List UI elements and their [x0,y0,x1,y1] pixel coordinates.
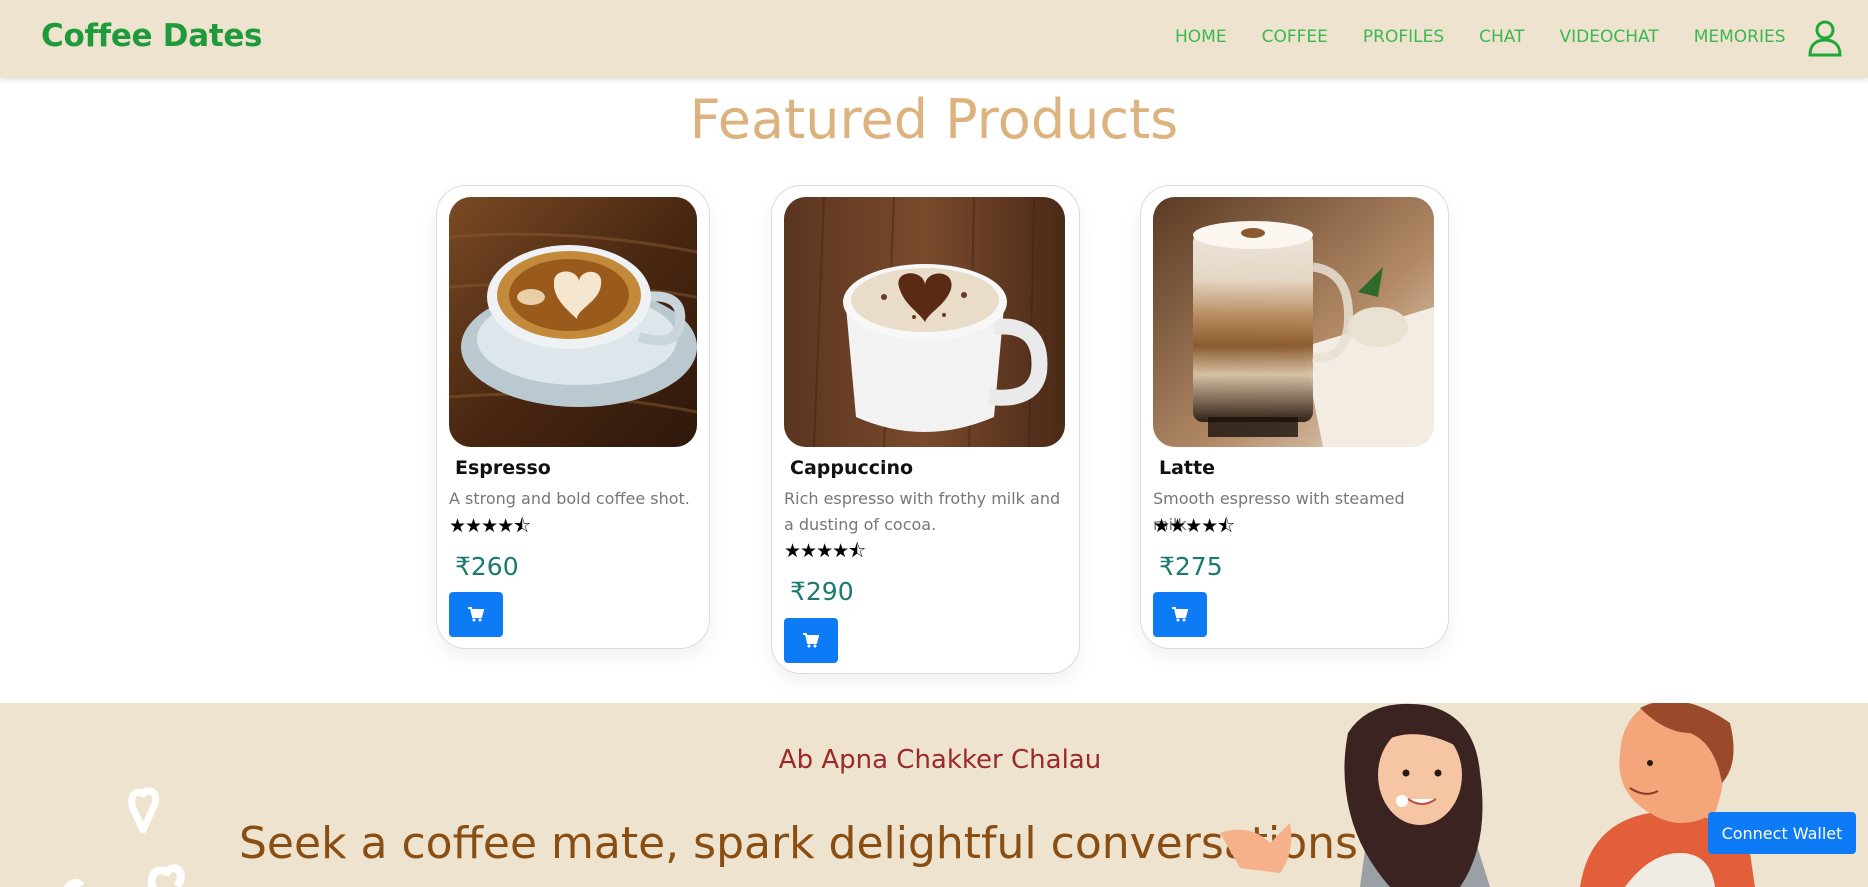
cart-icon [1172,607,1188,622]
hero-headline: Seek a coffee mate, spark delightful con… [239,818,1358,869]
nav-chat[interactable]: CHAT [1479,27,1524,47]
nav-videochat[interactable]: VIDEOCHAT [1559,27,1658,47]
brand-logo[interactable]: Coffee Dates [41,18,263,54]
product-name: Latte [1159,457,1215,479]
product-price: ₹290 [790,577,854,606]
product-card-cappuccino: Cappuccino Rich espresso with frothy mil… [771,185,1080,674]
cart-icon [803,633,819,648]
rating-stars: ★★★★⯪ [1153,515,1235,537]
latte-image [1153,197,1434,447]
navbar: Coffee Dates HOME COFFEE PROFILES CHAT V… [0,0,1868,78]
product-name: Cappuccino [790,457,914,479]
product-name: Espresso [455,457,551,479]
nav-profiles[interactable]: PROFILES [1363,27,1444,47]
product-description: A strong and bold coffee shot. [449,489,690,508]
add-to-cart-button[interactable] [1153,592,1207,637]
hero-section: Ab Apna Chakker Chalau Seek a coffee mat… [0,703,1868,887]
nav-home[interactable]: HOME [1175,27,1227,47]
featured-products-title: Featured Products [689,88,1179,151]
product-price: ₹275 [1159,552,1223,581]
couple-illustration [1220,703,1755,887]
cappuccino-image [784,197,1065,447]
product-price: ₹260 [455,552,519,581]
heart-doodle-icon [63,787,185,887]
nav-links: HOME COFFEE PROFILES CHAT VIDEOCHAT MEMO… [1175,27,1821,47]
user-icon[interactable] [1806,19,1844,57]
connect-wallet-button[interactable]: Connect Wallet [1708,812,1856,854]
nav-memories[interactable]: MEMORIES [1694,27,1786,47]
rating-stars: ★★★★⯪ [449,515,531,537]
product-description: Rich espresso with frothy milk and a dus… [784,489,1061,534]
espresso-image [449,197,697,447]
add-to-cart-button[interactable] [449,592,503,637]
product-card-latte: Latte Smooth espresso with steamed milk.… [1140,185,1449,649]
product-card-espresso: Espresso A strong and bold coffee shot. … [436,185,710,649]
nav-coffee[interactable]: COFFEE [1262,27,1328,47]
cart-icon [468,607,484,622]
rating-stars: ★★★★⯪ [784,540,866,562]
add-to-cart-button[interactable] [784,618,838,663]
